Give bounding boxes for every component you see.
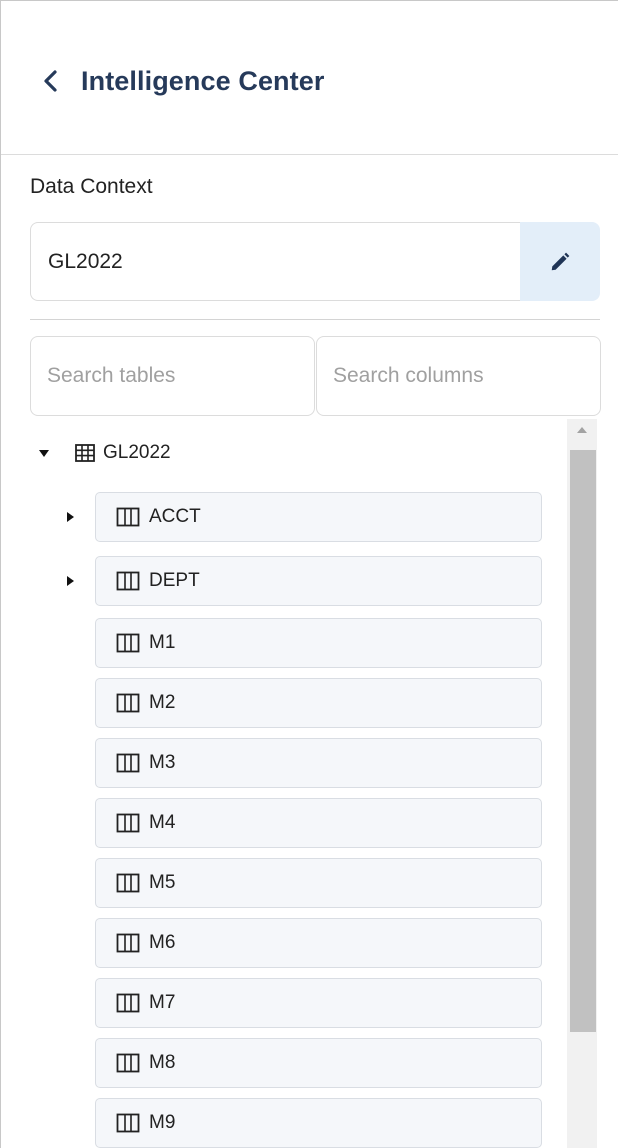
caret-right-icon[interactable] [67, 512, 74, 522]
column-item[interactable]: M9 [95, 1098, 542, 1148]
back-button[interactable]: Intelligence Center [39, 59, 369, 103]
pencil-icon [551, 252, 570, 270]
column-item[interactable]: M6 [95, 918, 542, 968]
column-item[interactable]: M1 [95, 618, 542, 668]
data-context-label: Data Context [30, 175, 153, 198]
column-label: M9 [149, 1112, 176, 1133]
data-context-value: GL2022 [48, 249, 123, 273]
search-columns-input[interactable] [316, 336, 601, 416]
column-icon [116, 571, 140, 591]
column-label: M3 [149, 752, 176, 773]
column-item[interactable]: M8 [95, 1038, 542, 1088]
scrollbar-thumb[interactable] [570, 450, 596, 1032]
column-label: M7 [149, 992, 176, 1013]
column-label: M4 [149, 812, 176, 833]
column-icon [116, 813, 140, 833]
column-item[interactable]: M7 [95, 978, 542, 1028]
column-item[interactable]: ACCT [95, 492, 542, 542]
data-context-field[interactable]: GL2022 [30, 222, 520, 301]
column-icon [116, 507, 140, 527]
column-icon [116, 933, 140, 953]
column-label: M5 [149, 872, 176, 893]
panel-header: Intelligence Center [1, 1, 618, 155]
column-icon [116, 1113, 140, 1133]
intelligence-panel: Intelligence Center Data Context GL2022 … [0, 0, 618, 1148]
column-label: M2 [149, 692, 176, 713]
caret-down-icon[interactable] [39, 449, 49, 457]
column-item[interactable]: M2 [95, 678, 542, 728]
column-item[interactable]: M5 [95, 858, 542, 908]
column-item[interactable]: M3 [95, 738, 542, 788]
column-label: DEPT [149, 570, 200, 591]
table-grid-icon [75, 444, 95, 462]
search-tables-input[interactable] [30, 336, 315, 416]
tree-root-table[interactable]: GL2022 [39, 437, 171, 469]
divider [30, 319, 600, 320]
column-item[interactable]: M4 [95, 798, 542, 848]
caret-right-icon[interactable] [67, 576, 74, 586]
column-label: M6 [149, 932, 176, 953]
schema-tree: GL2022 ACCT DEPT M1 M2 M3 M4 M5 M6 M7 M8 M9 [1, 419, 618, 1148]
column-icon [116, 1053, 140, 1073]
column-label: M8 [149, 1052, 176, 1073]
page-title: Intelligence Center [81, 65, 325, 96]
chevron-left-icon [44, 70, 57, 92]
column-label: M1 [149, 632, 176, 653]
column-icon [116, 753, 140, 773]
column-item[interactable]: DEPT [95, 556, 542, 606]
tree-root-label: GL2022 [103, 442, 171, 463]
column-icon [116, 993, 140, 1013]
edit-data-context-button[interactable] [520, 222, 600, 301]
column-icon [116, 633, 140, 653]
scroll-up-arrow-icon[interactable] [577, 427, 587, 433]
column-icon [116, 693, 140, 713]
column-icon [116, 873, 140, 893]
column-label: ACCT [149, 506, 201, 527]
